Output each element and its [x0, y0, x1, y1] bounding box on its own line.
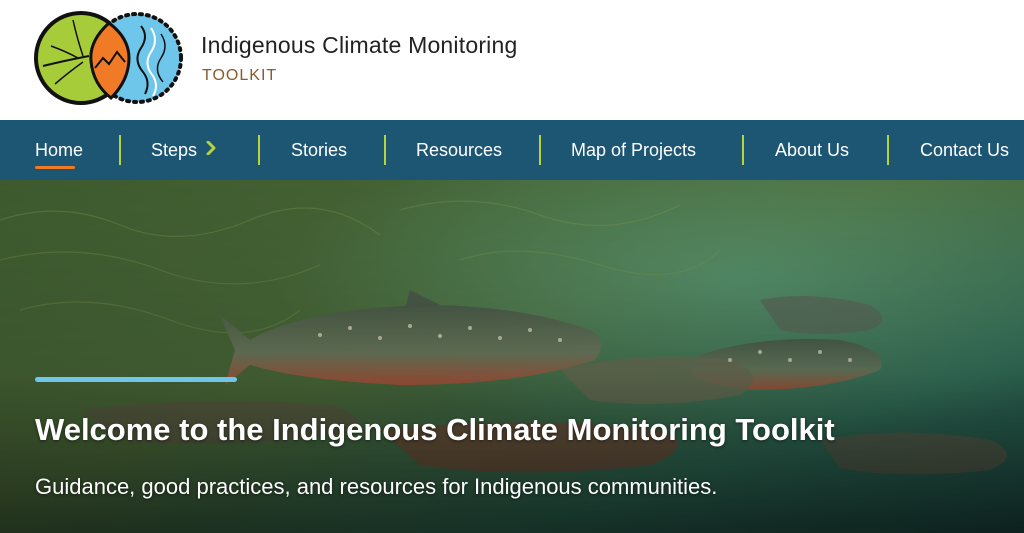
- nav-item-label: Resources: [416, 140, 503, 160]
- nav-item-steps[interactable]: Steps: [151, 120, 216, 180]
- nav-item-map-of-projects[interactable]: Map of Projects: [571, 120, 696, 180]
- active-nav-indicator: [35, 166, 75, 169]
- hero-title: Welcome to the Indigenous Climate Monito…: [35, 412, 835, 447]
- site-subtitle[interactable]: TOOLKIT: [202, 67, 277, 85]
- hero-banner: Welcome to the Indigenous Climate Monito…: [0, 180, 1024, 533]
- chevron-right-icon: [206, 119, 216, 179]
- nav-separator: [539, 135, 541, 165]
- nav-item-about-us[interactable]: About Us: [775, 120, 849, 180]
- hero-subtitle: Guidance, good practices, and resources …: [35, 474, 718, 499]
- nav-item-stories[interactable]: Stories: [291, 120, 347, 180]
- nav-item-resources[interactable]: Resources: [416, 120, 502, 180]
- nav-separator: [887, 135, 889, 165]
- logo-icon[interactable]: [33, 6, 185, 110]
- nav-separator: [119, 135, 121, 165]
- hero-accent-bar: [35, 377, 237, 382]
- nav-item-contact-us[interactable]: Contact Us: [920, 120, 1009, 180]
- site-title[interactable]: Indigenous Climate Monitoring: [201, 32, 517, 59]
- site-header: Indigenous Climate Monitoring TOOLKIT: [0, 0, 1024, 120]
- nav-item-home[interactable]: Home: [35, 120, 83, 180]
- main-nav: Home Steps Stories Resources Map of Proj…: [0, 120, 1024, 180]
- nav-item-label: Steps: [151, 140, 198, 160]
- nav-separator: [742, 135, 744, 165]
- nav-item-label: Contact Us: [920, 140, 1010, 160]
- nav-separator: [258, 135, 260, 165]
- nav-separator: [384, 135, 386, 165]
- nav-item-label: Stories: [291, 140, 348, 160]
- nav-item-label: Map of Projects: [571, 140, 697, 160]
- nav-item-label: Home: [35, 140, 84, 160]
- nav-item-label: About Us: [775, 140, 850, 160]
